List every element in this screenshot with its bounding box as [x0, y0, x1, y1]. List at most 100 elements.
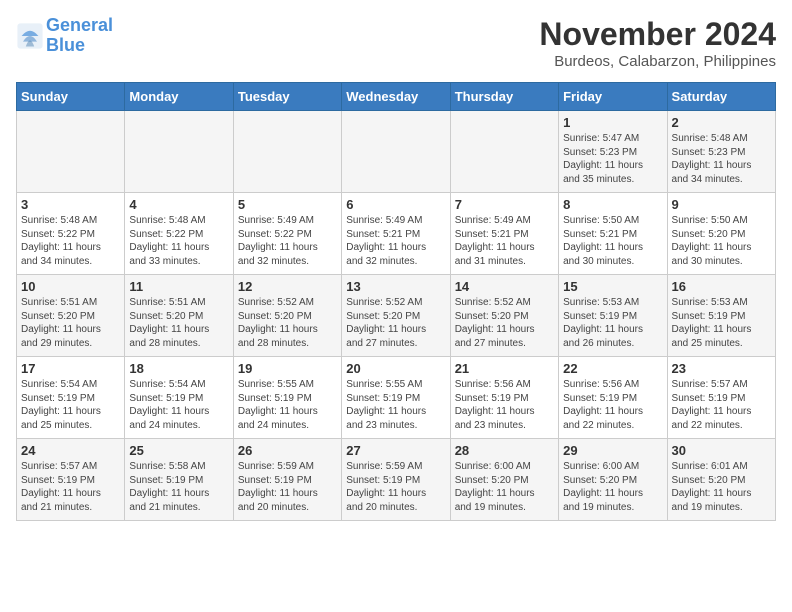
day-info: Sunrise: 5:47 AM Sunset: 5:23 PM Dayligh…: [563, 132, 662, 186]
logo-text: General Blue: [46, 16, 113, 56]
day-number: 17: [21, 361, 120, 376]
calendar-week-row: 10 Sunrise: 5:51 AM Sunset: 5:20 PM Dayli…: [17, 275, 776, 357]
day-number: 23: [672, 361, 771, 376]
calendar-cell: [125, 111, 233, 193]
day-number: 11: [129, 279, 228, 294]
day-info: Sunrise: 5:48 AM Sunset: 5:22 PM Dayligh…: [21, 214, 120, 268]
day-info: Sunrise: 5:50 AM Sunset: 5:21 PM Dayligh…: [563, 214, 662, 268]
day-number: 29: [563, 443, 662, 458]
calendar-cell: 19 Sunrise: 5:55 AM Sunset: 5:19 PM Dayli…: [233, 357, 341, 439]
logo: General Blue: [16, 16, 113, 56]
day-info: Sunrise: 5:53 AM Sunset: 5:19 PM Dayligh…: [672, 296, 771, 350]
weekday-header: Wednesday: [342, 83, 450, 111]
day-number: 28: [455, 443, 554, 458]
calendar-cell: 23Sunrise: 5:57 AM Sunset: 5:19 PM Dayli…: [667, 357, 775, 439]
calendar-cell: 1 Sunrise: 5:47 AM Sunset: 5:23 PM Daylig…: [559, 111, 667, 193]
day-number: 7: [455, 197, 554, 212]
day-info: Sunrise: 5:57 AM Sunset: 5:19 PM Dayligh…: [21, 460, 120, 514]
day-info: Sunrise: 5:49 AM Sunset: 5:22 PM Dayligh…: [238, 214, 337, 268]
day-info: Sunrise: 6:00 AM Sunset: 5:20 PM Dayligh…: [563, 460, 662, 514]
day-info: Sunrise: 5:56 AM Sunset: 5:19 PM Dayligh…: [563, 378, 662, 432]
day-info: Sunrise: 5:52 AM Sunset: 5:20 PM Dayligh…: [238, 296, 337, 350]
day-info: Sunrise: 5:52 AM Sunset: 5:20 PM Dayligh…: [455, 296, 554, 350]
day-number: 25: [129, 443, 228, 458]
calendar-cell: [233, 111, 341, 193]
day-number: 30: [672, 443, 771, 458]
day-number: 20: [346, 361, 445, 376]
calendar-table: SundayMondayTuesdayWednesdayThursdayFrid…: [16, 82, 776, 521]
page-header: General Blue November 2024 Burdeos, Cala…: [16, 16, 776, 70]
day-info: Sunrise: 5:59 AM Sunset: 5:19 PM Dayligh…: [346, 460, 445, 514]
day-number: 5: [238, 197, 337, 212]
calendar-cell: 30 Sunrise: 6:01 AM Sunset: 5:20 PM Dayli…: [667, 439, 775, 521]
calendar-cell: 5 Sunrise: 5:49 AM Sunset: 5:22 PM Daylig…: [233, 193, 341, 275]
day-info: Sunrise: 5:56 AM Sunset: 5:19 PM Dayligh…: [455, 378, 554, 432]
calendar-cell: 20Sunrise: 5:55 AM Sunset: 5:19 PM Dayli…: [342, 357, 450, 439]
day-number: 1: [563, 115, 662, 130]
weekday-header: Thursday: [450, 83, 558, 111]
day-info: Sunrise: 5:50 AM Sunset: 5:20 PM Dayligh…: [672, 214, 771, 268]
calendar-cell: 24Sunrise: 5:57 AM Sunset: 5:19 PM Dayli…: [17, 439, 125, 521]
calendar-cell: 9Sunrise: 5:50 AM Sunset: 5:20 PM Daylig…: [667, 193, 775, 275]
day-number: 15: [563, 279, 662, 294]
calendar-cell: 16 Sunrise: 5:53 AM Sunset: 5:19 PM Dayli…: [667, 275, 775, 357]
day-number: 3: [21, 197, 120, 212]
calendar-cell: 2 Sunrise: 5:48 AM Sunset: 5:23 PM Daylig…: [667, 111, 775, 193]
day-info: Sunrise: 6:01 AM Sunset: 5:20 PM Dayligh…: [672, 460, 771, 514]
day-info: Sunrise: 5:54 AM Sunset: 5:19 PM Dayligh…: [21, 378, 120, 432]
calendar-cell: 11 Sunrise: 5:51 AM Sunset: 5:20 PM Dayli…: [125, 275, 233, 357]
weekday-header: Friday: [559, 83, 667, 111]
day-number: 10: [21, 279, 120, 294]
weekday-header-row: SundayMondayTuesdayWednesdayThursdayFrid…: [17, 83, 776, 111]
calendar-cell: 3 Sunrise: 5:48 AM Sunset: 5:22 PM Daylig…: [17, 193, 125, 275]
title-block: November 2024 Burdeos, Calabarzon, Phili…: [539, 16, 776, 70]
logo-icon: [16, 22, 44, 50]
calendar-cell: 22Sunrise: 5:56 AM Sunset: 5:19 PM Dayli…: [559, 357, 667, 439]
day-number: 21: [455, 361, 554, 376]
calendar-cell: 21 Sunrise: 5:56 AM Sunset: 5:19 PM Dayli…: [450, 357, 558, 439]
day-info: Sunrise: 5:48 AM Sunset: 5:22 PM Dayligh…: [129, 214, 228, 268]
calendar-cell: 29 Sunrise: 6:00 AM Sunset: 5:20 PM Dayli…: [559, 439, 667, 521]
calendar-cell: 27Sunrise: 5:59 AM Sunset: 5:19 PM Dayli…: [342, 439, 450, 521]
calendar-cell: 10 Sunrise: 5:51 AM Sunset: 5:20 PM Dayli…: [17, 275, 125, 357]
day-number: 4: [129, 197, 228, 212]
calendar-cell: 26 Sunrise: 5:59 AM Sunset: 5:19 PM Dayli…: [233, 439, 341, 521]
day-number: 2: [672, 115, 771, 130]
calendar-week-row: 3 Sunrise: 5:48 AM Sunset: 5:22 PM Daylig…: [17, 193, 776, 275]
calendar-cell: 4 Sunrise: 5:48 AM Sunset: 5:22 PM Daylig…: [125, 193, 233, 275]
calendar-cell: 28Sunrise: 6:00 AM Sunset: 5:20 PM Dayli…: [450, 439, 558, 521]
calendar-cell: 18 Sunrise: 5:54 AM Sunset: 5:19 PM Dayli…: [125, 357, 233, 439]
weekday-header: Tuesday: [233, 83, 341, 111]
calendar-cell: 6Sunrise: 5:49 AM Sunset: 5:21 PM Daylig…: [342, 193, 450, 275]
day-info: Sunrise: 5:49 AM Sunset: 5:21 PM Dayligh…: [455, 214, 554, 268]
calendar-cell: 15 Sunrise: 5:53 AM Sunset: 5:19 PM Dayli…: [559, 275, 667, 357]
day-number: 6: [346, 197, 445, 212]
page-subtitle: Burdeos, Calabarzon, Philippines: [539, 53, 776, 70]
day-info: Sunrise: 5:59 AM Sunset: 5:19 PM Dayligh…: [238, 460, 337, 514]
day-info: Sunrise: 5:51 AM Sunset: 5:20 PM Dayligh…: [129, 296, 228, 350]
calendar-cell: 13Sunrise: 5:52 AM Sunset: 5:20 PM Dayli…: [342, 275, 450, 357]
day-number: 19: [238, 361, 337, 376]
calendar-cell: [17, 111, 125, 193]
weekday-header: Sunday: [17, 83, 125, 111]
calendar-cell: [450, 111, 558, 193]
day-number: 18: [129, 361, 228, 376]
calendar-week-row: 17 Sunrise: 5:54 AM Sunset: 5:19 PM Dayli…: [17, 357, 776, 439]
calendar-cell: 7 Sunrise: 5:49 AM Sunset: 5:21 PM Daylig…: [450, 193, 558, 275]
calendar-week-row: 1 Sunrise: 5:47 AM Sunset: 5:23 PM Daylig…: [17, 111, 776, 193]
calendar-cell: 8Sunrise: 5:50 AM Sunset: 5:21 PM Daylig…: [559, 193, 667, 275]
day-info: Sunrise: 5:53 AM Sunset: 5:19 PM Dayligh…: [563, 296, 662, 350]
day-info: Sunrise: 5:48 AM Sunset: 5:23 PM Dayligh…: [672, 132, 771, 186]
day-info: Sunrise: 5:51 AM Sunset: 5:20 PM Dayligh…: [21, 296, 120, 350]
weekday-header: Saturday: [667, 83, 775, 111]
day-number: 13: [346, 279, 445, 294]
page-title: November 2024: [539, 16, 776, 53]
day-number: 16: [672, 279, 771, 294]
day-number: 26: [238, 443, 337, 458]
calendar-cell: 12 Sunrise: 5:52 AM Sunset: 5:20 PM Dayli…: [233, 275, 341, 357]
day-number: 12: [238, 279, 337, 294]
day-info: Sunrise: 5:54 AM Sunset: 5:19 PM Dayligh…: [129, 378, 228, 432]
calendar-cell: 25Sunrise: 5:58 AM Sunset: 5:19 PM Dayli…: [125, 439, 233, 521]
weekday-header: Monday: [125, 83, 233, 111]
day-info: Sunrise: 5:55 AM Sunset: 5:19 PM Dayligh…: [238, 378, 337, 432]
